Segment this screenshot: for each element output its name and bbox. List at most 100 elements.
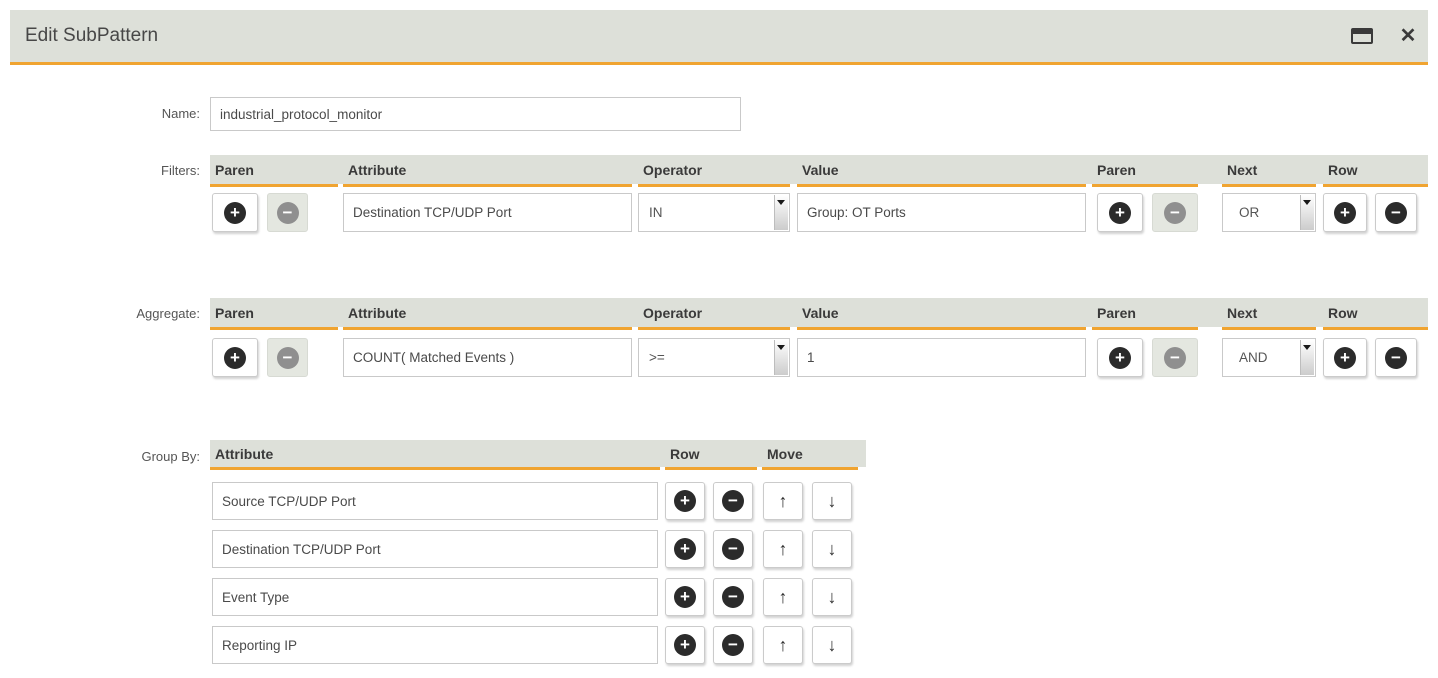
filters-header-attribute: Attribute	[343, 155, 632, 187]
aggregate-attribute-input[interactable]	[343, 338, 632, 377]
aggregate-row-add-button[interactable]: +	[1323, 338, 1367, 377]
maximize-button[interactable]	[1344, 10, 1380, 62]
arrow-up-icon: ↑	[779, 540, 788, 558]
dropdown-trigger[interactable]	[1300, 340, 1314, 375]
aggregate-header-paren-close: Paren	[1092, 298, 1198, 330]
group-by-row-add-button[interactable]: +	[665, 578, 705, 616]
group-by-move-down-button[interactable]: ↓	[812, 482, 852, 520]
aggregate-label: Aggregate:	[40, 306, 200, 321]
group-by-attribute-input[interactable]	[212, 530, 658, 568]
aggregate-close-paren-add-button[interactable]: +	[1097, 338, 1143, 377]
aggregate-header-value: Value	[797, 298, 1086, 330]
minus-circle-icon: −	[277, 202, 299, 224]
plus-circle-icon: +	[1109, 347, 1131, 369]
group-by-header-row: Row	[665, 440, 757, 470]
group-by-move-down-button[interactable]: ↓	[812, 626, 852, 664]
minus-circle-icon: −	[277, 347, 299, 369]
filter-operator-select[interactable]: IN	[638, 193, 790, 232]
plus-circle-icon: +	[674, 634, 696, 656]
group-by-move-up-button[interactable]: ↑	[763, 578, 803, 616]
arrow-down-icon: ↓	[828, 540, 837, 558]
minus-circle-icon: −	[722, 586, 744, 608]
group-by-attribute-input[interactable]	[212, 578, 658, 616]
filters-label: Filters:	[40, 163, 200, 178]
dropdown-trigger[interactable]	[774, 195, 788, 230]
aggregate-open-paren-add-button[interactable]: +	[212, 338, 258, 377]
filter-attribute-input[interactable]	[343, 193, 632, 232]
caret-down-icon	[1303, 345, 1311, 350]
minus-circle-icon: −	[1164, 347, 1186, 369]
plus-circle-icon: +	[1334, 202, 1356, 224]
minus-circle-icon: −	[1164, 202, 1186, 224]
dropdown-trigger[interactable]	[774, 340, 788, 375]
caret-down-icon	[1303, 200, 1311, 205]
group-by-attribute-input[interactable]	[212, 482, 658, 520]
name-input[interactable]	[210, 97, 741, 131]
aggregate-value-input[interactable]	[797, 338, 1086, 377]
group-by-row-remove-button[interactable]: −	[713, 482, 753, 520]
filter-row-add-button[interactable]: +	[1323, 193, 1367, 232]
arrow-down-icon: ↓	[828, 588, 837, 606]
plus-circle-icon: +	[674, 586, 696, 608]
group-by-move-up-button[interactable]: ↑	[763, 482, 803, 520]
filter-close-paren-add-button[interactable]: +	[1097, 193, 1143, 232]
name-label: Name:	[40, 106, 200, 121]
group-by-row-add-button[interactable]: +	[665, 626, 705, 664]
minus-circle-icon: −	[722, 634, 744, 656]
group-by-move-down-button[interactable]: ↓	[812, 530, 852, 568]
aggregate-next-select[interactable]: AND	[1222, 338, 1316, 377]
filters-header-paren: Paren	[210, 155, 338, 187]
dialog-titlebar: Edit SubPattern ✕	[10, 10, 1428, 65]
filters-header-paren-close: Paren	[1092, 155, 1198, 187]
aggregate-next-value: AND	[1223, 339, 1301, 376]
plus-circle-icon: +	[1109, 202, 1131, 224]
plus-circle-icon: +	[1334, 347, 1356, 369]
minus-circle-icon: −	[722, 538, 744, 560]
plus-circle-icon: +	[224, 202, 246, 224]
close-icon: ✕	[1400, 26, 1417, 46]
filters-header-operator: Operator	[638, 155, 790, 187]
arrow-up-icon: ↑	[779, 636, 788, 654]
plus-circle-icon: +	[674, 490, 696, 512]
filter-next-value: OR	[1223, 194, 1301, 231]
group-by-header-attribute: Attribute	[210, 440, 660, 470]
group-by-row-remove-button[interactable]: −	[713, 530, 753, 568]
filter-row-remove-button[interactable]: −	[1375, 193, 1417, 232]
aggregate-header-operator: Operator	[638, 298, 790, 330]
close-button[interactable]: ✕	[1390, 10, 1426, 62]
group-by-attribute-input[interactable]	[212, 626, 658, 664]
dropdown-trigger[interactable]	[1300, 195, 1314, 230]
arrow-down-icon: ↓	[828, 636, 837, 654]
aggregate-header-attribute: Attribute	[343, 298, 632, 330]
arrow-up-icon: ↑	[779, 492, 788, 510]
group-by-label: Group By:	[40, 449, 200, 464]
group-by-move-up-button[interactable]: ↑	[763, 626, 803, 664]
dialog-title: Edit SubPattern	[25, 10, 158, 62]
group-by-row-add-button[interactable]: +	[665, 482, 705, 520]
group-by-move-down-button[interactable]: ↓	[812, 578, 852, 616]
minus-circle-icon: −	[722, 490, 744, 512]
group-by-row-remove-button[interactable]: −	[713, 626, 753, 664]
edit-subpattern-dialog: Edit SubPattern ✕ Name: Filters: Paren A…	[0, 0, 1438, 678]
minus-circle-icon: −	[1385, 347, 1407, 369]
group-by-row-add-button[interactable]: +	[665, 530, 705, 568]
filters-header-value: Value	[797, 155, 1086, 187]
filters-header-next: Next	[1222, 155, 1316, 187]
plus-circle-icon: +	[674, 538, 696, 560]
filter-open-paren-add-button[interactable]: +	[212, 193, 258, 232]
aggregate-close-paren-remove-button: −	[1152, 338, 1198, 377]
filter-value-input[interactable]	[797, 193, 1086, 232]
plus-circle-icon: +	[224, 347, 246, 369]
filter-open-paren-remove-button: −	[267, 193, 308, 232]
aggregate-operator-select[interactable]: >=	[638, 338, 790, 377]
aggregate-header-next: Next	[1222, 298, 1316, 330]
window-maximize-icon	[1351, 28, 1373, 44]
aggregate-open-paren-remove-button: −	[267, 338, 308, 377]
group-by-move-up-button[interactable]: ↑	[763, 530, 803, 568]
aggregate-header-paren: Paren	[210, 298, 338, 330]
aggregate-header-row: Row	[1323, 298, 1428, 330]
filter-next-select[interactable]: OR	[1222, 193, 1316, 232]
filters-header-row: Row	[1323, 155, 1428, 187]
group-by-row-remove-button[interactable]: −	[713, 578, 753, 616]
aggregate-row-remove-button[interactable]: −	[1375, 338, 1417, 377]
